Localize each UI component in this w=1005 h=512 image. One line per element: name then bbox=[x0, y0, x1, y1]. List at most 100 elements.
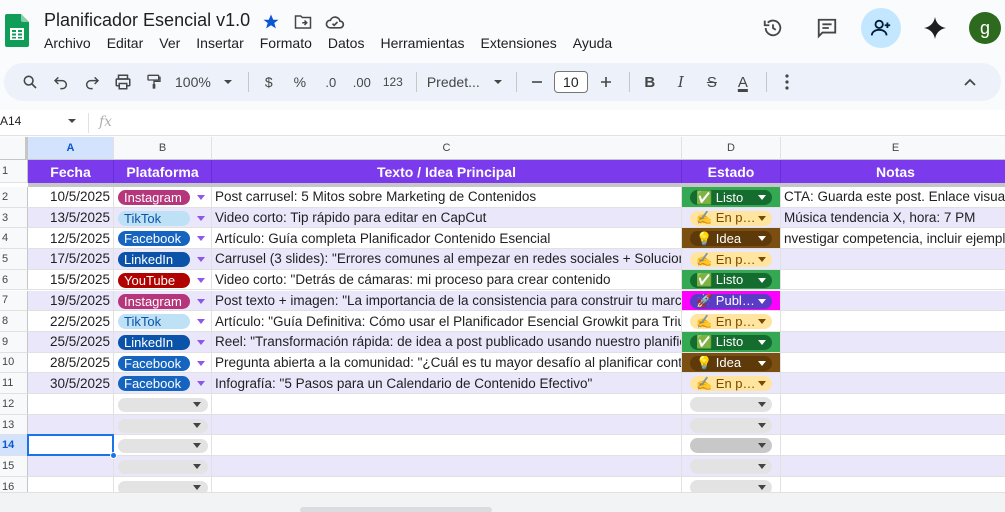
cell-plataforma[interactable]: Facebook bbox=[114, 228, 212, 250]
cell-texto[interactable]: Post carrusel: 5 Mitos sobre Marketing d… bbox=[212, 187, 682, 208]
cell-plataforma[interactable]: LinkedIn bbox=[114, 331, 212, 353]
cell-texto[interactable] bbox=[212, 435, 682, 457]
document-title[interactable]: Planificador Esencial v1.0 bbox=[44, 10, 250, 31]
chevron-down-icon[interactable] bbox=[197, 381, 205, 387]
cell-notas[interactable]: Música tendencia X, hora: 7 PM bbox=[781, 207, 1005, 229]
cell-texto[interactable]: Artículo: "Guía Definitiva: Cómo usar el… bbox=[212, 311, 682, 332]
cell-notas[interactable] bbox=[781, 290, 1005, 312]
row-header-2[interactable]: 2 bbox=[0, 187, 28, 208]
menu-insertar[interactable]: Insertar bbox=[196, 35, 251, 51]
cell-plataforma[interactable]: Instagram bbox=[114, 290, 212, 312]
cell-estado[interactable]: ✅ Listo bbox=[682, 269, 781, 291]
percent-format-button[interactable]: % bbox=[286, 68, 314, 96]
cell-estado[interactable] bbox=[682, 476, 781, 492]
cell-plataforma[interactable]: TikTok bbox=[114, 207, 212, 229]
cell-plataforma[interactable]: Instagram bbox=[114, 187, 212, 208]
cell-notas[interactable] bbox=[781, 456, 1005, 477]
cell-plataforma[interactable]: Facebook bbox=[114, 373, 212, 394]
header-notas[interactable]: Notas bbox=[781, 160, 1005, 183]
cell-fecha[interactable]: 19/5/2025 bbox=[28, 290, 114, 312]
cell-notas[interactable] bbox=[781, 414, 1005, 436]
chevron-down-icon[interactable] bbox=[758, 360, 766, 366]
increase-font-size-icon[interactable] bbox=[592, 68, 620, 96]
cell-notas[interactable] bbox=[781, 249, 1005, 270]
cell-texto[interactable] bbox=[212, 476, 682, 492]
bold-button[interactable]: B bbox=[636, 68, 664, 96]
sheets-logo-icon[interactable] bbox=[5, 14, 29, 47]
cell-estado[interactable] bbox=[682, 456, 781, 477]
chevron-down-icon[interactable] bbox=[193, 422, 201, 428]
menu-herramientas[interactable]: Herramientas bbox=[380, 35, 472, 51]
cell-estado[interactable] bbox=[682, 414, 781, 436]
row-header-11[interactable]: 11 bbox=[0, 373, 28, 394]
menu-formato[interactable]: Formato bbox=[260, 35, 320, 51]
cell-fecha[interactable]: 17/5/2025 bbox=[28, 249, 114, 270]
history-icon[interactable] bbox=[753, 8, 793, 48]
chevron-down-icon[interactable] bbox=[193, 484, 201, 490]
cell-notas[interactable] bbox=[781, 476, 1005, 492]
status-chip-empty[interactable] bbox=[690, 438, 772, 454]
cell-texto[interactable] bbox=[212, 414, 682, 436]
cell-fecha[interactable] bbox=[28, 394, 114, 415]
cell-plataforma[interactable]: LinkedIn bbox=[114, 249, 212, 270]
number-format-button[interactable]: 123 bbox=[379, 68, 407, 96]
gemini-icon[interactable] bbox=[915, 8, 955, 48]
menu-ver[interactable]: Ver bbox=[159, 35, 188, 51]
cell-fecha[interactable] bbox=[28, 456, 114, 477]
row-header-3[interactable]: 3 bbox=[0, 207, 28, 229]
zoom-select[interactable]: 100% bbox=[171, 68, 239, 96]
font-select[interactable]: Predet... bbox=[423, 68, 507, 96]
cell-fecha[interactable]: 25/5/2025 bbox=[28, 331, 114, 353]
cell-fecha[interactable]: 30/5/2025 bbox=[28, 373, 114, 394]
cell-texto[interactable]: Carrusel (3 slides): "Errores comunes al… bbox=[212, 249, 682, 270]
cell-texto[interactable]: Artículo: Guía completa Planificador Con… bbox=[212, 228, 682, 250]
more-options-icon[interactable] bbox=[773, 68, 801, 96]
increase-decimals-button[interactable]: .00 bbox=[348, 68, 376, 96]
cell-notas[interactable] bbox=[781, 269, 1005, 291]
row-header-14[interactable]: 14 bbox=[0, 435, 28, 457]
chevron-down-icon[interactable] bbox=[758, 215, 766, 221]
chevron-down-icon[interactable] bbox=[758, 277, 766, 283]
cell-texto[interactable]: Pregunta abierta a la comunidad: "¿Cuál … bbox=[212, 352, 682, 374]
strikethrough-button[interactable]: S bbox=[698, 68, 726, 96]
name-box[interactable]: A14 bbox=[0, 114, 80, 128]
column-header-d[interactable]: D bbox=[682, 137, 781, 160]
chevron-down-icon[interactable] bbox=[758, 319, 766, 325]
menu-editar[interactable]: Editar bbox=[107, 35, 152, 51]
row-header-10[interactable]: 10 bbox=[0, 352, 28, 374]
cell-estado[interactable]: ✍️ En proceso bbox=[682, 249, 781, 270]
cell-estado[interactable] bbox=[682, 394, 781, 415]
selected-cell-a14[interactable] bbox=[27, 434, 114, 457]
decrease-font-size-icon[interactable] bbox=[523, 68, 551, 96]
chevron-down-icon[interactable] bbox=[758, 464, 766, 470]
menu-ayuda[interactable]: Ayuda bbox=[573, 35, 620, 51]
chevron-down-icon[interactable] bbox=[758, 422, 766, 428]
currency-format-button[interactable]: $ bbox=[255, 68, 283, 96]
header-fecha[interactable]: Fecha bbox=[28, 160, 114, 183]
chevron-down-icon[interactable] bbox=[197, 236, 205, 242]
cell-notas[interactable] bbox=[781, 373, 1005, 394]
cell-estado[interactable]: 💡 Idea bbox=[682, 352, 781, 374]
cell-texto[interactable]: Reel: "Transformación rápida: de idea a … bbox=[212, 331, 682, 353]
chevron-down-icon[interactable] bbox=[758, 402, 766, 407]
cell-estado[interactable]: ✍️ En proceso bbox=[682, 373, 781, 394]
chevron-down-icon[interactable] bbox=[758, 484, 766, 490]
row-header-1[interactable]: 1 bbox=[0, 160, 28, 183]
chevron-down-icon[interactable] bbox=[193, 402, 201, 407]
cell-fecha[interactable] bbox=[28, 476, 114, 492]
paint-format-icon[interactable] bbox=[140, 68, 168, 96]
cell-notas[interactable]: CTA: Guarda este post. Enlace visual bbox=[781, 187, 1005, 208]
cell-texto[interactable]: Post texto + imagen: "La importancia de … bbox=[212, 290, 682, 312]
chevron-down-icon[interactable] bbox=[197, 257, 205, 263]
row-header-15[interactable]: 15 bbox=[0, 456, 28, 477]
row-header-5[interactable]: 5 bbox=[0, 249, 28, 270]
status-chip-empty[interactable] bbox=[690, 459, 772, 475]
cell-notas[interactable] bbox=[781, 394, 1005, 415]
row-header-7[interactable]: 7 bbox=[0, 290, 28, 312]
chevron-down-icon[interactable] bbox=[197, 195, 205, 200]
cell-plataforma[interactable] bbox=[114, 456, 212, 477]
cell-estado[interactable]: ✍️ En proceso bbox=[682, 207, 781, 229]
cell-fecha[interactable]: 22/5/2025 bbox=[28, 311, 114, 332]
chevron-down-icon[interactable] bbox=[758, 339, 766, 345]
row-header-9[interactable]: 9 bbox=[0, 331, 28, 353]
